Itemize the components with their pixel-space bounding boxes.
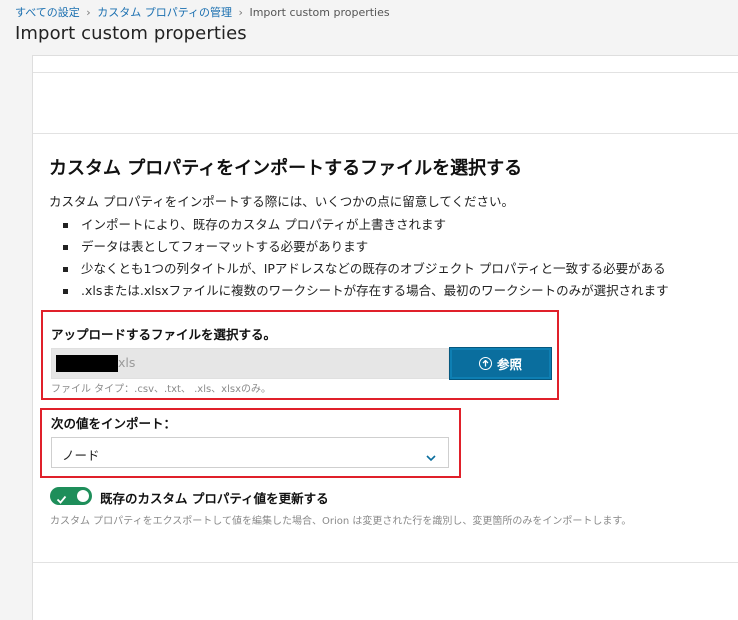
breadcrumb-link-all-settings[interactable]: すべての設定 — [15, 6, 80, 19]
breadcrumb-link-manage-custom-properties[interactable]: カスタム プロパティの管理 — [97, 6, 232, 19]
update-existing-label: 既存のカスタム プロパティ値を更新する — [100, 491, 329, 506]
bullet-icon — [63, 267, 68, 272]
file-name-field[interactable]: xls — [51, 348, 449, 379]
breadcrumb-separator: › — [238, 6, 243, 19]
browse-button[interactable]: 参照 — [449, 347, 552, 380]
section-heading: カスタム プロパティをインポートするファイルを選択する — [49, 158, 523, 179]
list-item: 少なくとも1つの列タイトルが、IPアドレスなどの既存のオブジェクト プロパティと… — [49, 258, 669, 280]
chevron-down-icon — [426, 447, 436, 466]
notes-list: インポートにより、既存のカスタム プロパティが上書きされます データは表としてフ… — [49, 214, 669, 302]
intro-text: カスタム プロパティをインポートする際には、いくつかの点に留意してください。 — [49, 194, 514, 209]
breadcrumb-current: Import custom properties — [249, 6, 390, 19]
bullet-icon — [63, 245, 68, 250]
update-existing-description: カスタム プロパティをエクスポートして値を編集した場合、Orion は変更された… — [50, 516, 632, 527]
bullet-icon — [63, 289, 68, 294]
divider — [33, 133, 738, 134]
redacted-filename — [56, 355, 118, 372]
list-item-text: インポートにより、既存のカスタム プロパティが上書きされます — [81, 217, 446, 232]
breadcrumb-separator: › — [86, 6, 91, 19]
list-item-text: 少なくとも1つの列タイトルが、IPアドレスなどの既存のオブジェクト プロパティと… — [81, 261, 666, 276]
bullet-icon — [63, 223, 68, 228]
page-title: Import custom properties — [15, 23, 247, 44]
list-item-text: .xlsまたは.xlsxファイルに複数のワークシートが存在する場合、最初のワーク… — [81, 283, 669, 298]
import-value-select[interactable]: ノード — [51, 437, 449, 468]
upload-icon — [478, 357, 492, 370]
divider — [33, 562, 738, 563]
import-value-label: 次の値をインポート： — [51, 416, 177, 431]
import-panel: カスタム プロパティをインポートするファイルを選択する カスタム プロパティをイ… — [33, 56, 738, 620]
browse-button-label: 参照 — [496, 357, 522, 372]
upload-label: アップロードするファイルを選択する。 — [51, 327, 277, 342]
update-existing-toggle[interactable] — [50, 487, 92, 505]
breadcrumb: すべての設定 › カスタム プロパティの管理 › Import custom p… — [15, 4, 390, 20]
divider — [33, 72, 738, 73]
file-extension: xls — [118, 355, 136, 370]
list-item: インポートにより、既存のカスタム プロパティが上書きされます — [49, 214, 669, 236]
list-item: データは表としてフォーマットする必要があります — [49, 236, 669, 258]
toggle-knob — [77, 490, 89, 502]
select-value: ノード — [62, 448, 100, 463]
list-item-text: データは表としてフォーマットする必要があります — [81, 239, 369, 254]
file-type-hint: ファイル タイプ：.csv、.txt、 .xls、xlsxのみ。 — [51, 384, 272, 395]
list-item: .xlsまたは.xlsxファイルに複数のワークシートが存在する場合、最初のワーク… — [49, 280, 669, 302]
check-icon — [56, 490, 67, 509]
